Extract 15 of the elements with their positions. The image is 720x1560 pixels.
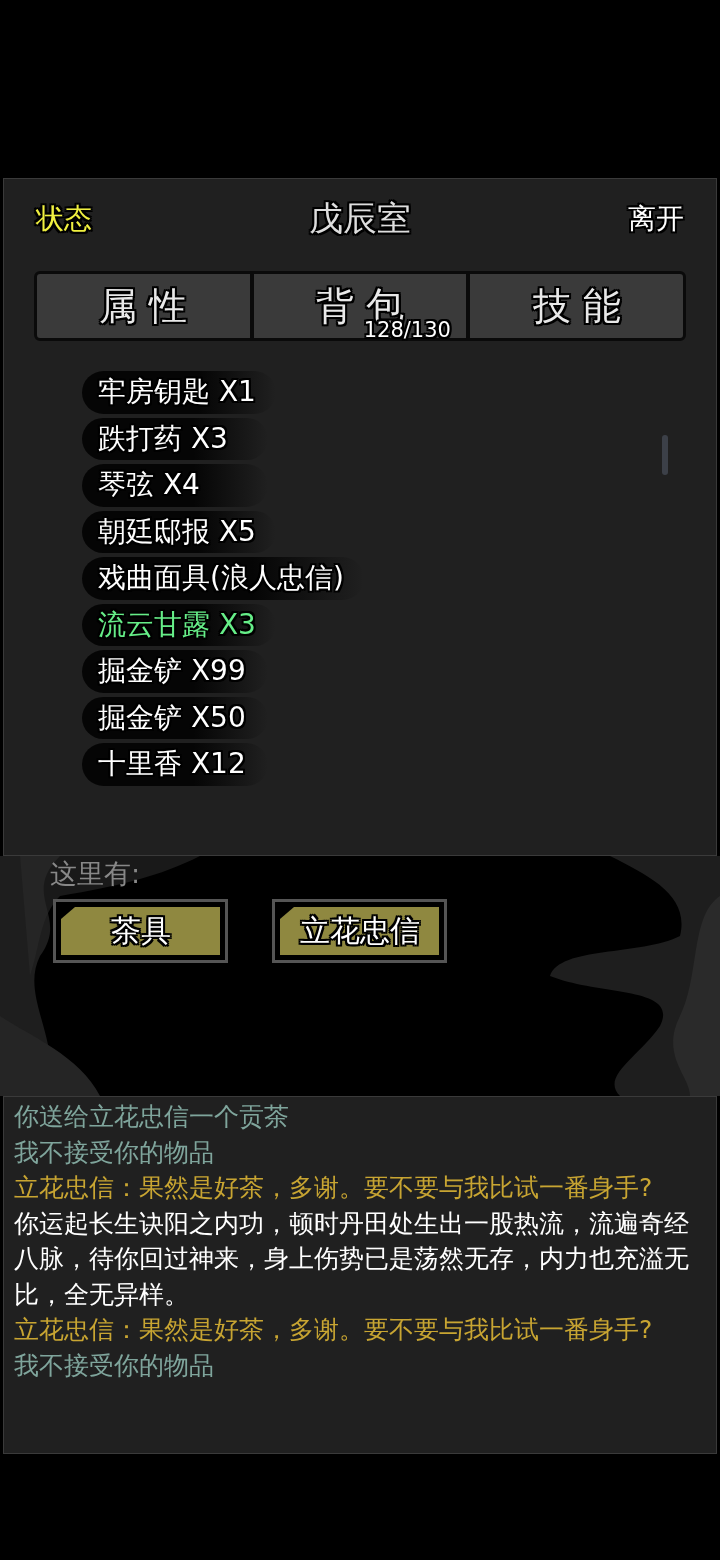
tab[interactable]: 属 性 — [37, 274, 254, 338]
log-message: 你送给立花忠信一个贡茶 — [14, 1101, 290, 1133]
here-label: 这里有: — [50, 857, 141, 891]
log-message: 我不接受你的物品 — [14, 1136, 215, 1169]
log-message: 立花忠信：果然是好茶，多谢。要不要与我比试一番身手? — [14, 1314, 654, 1346]
object-button[interactable]: 茶具 — [53, 899, 228, 963]
tab[interactable]: 技 能 — [470, 274, 683, 338]
scrollbar[interactable] — [662, 435, 668, 475]
object-button[interactable]: 立花忠信 — [272, 899, 447, 963]
log-message: 你运起长生诀阳之内功，顿时丹田处生出一股热流，流遍奇经八脉，待你回过神来，身上伤势已是荡然无存，内力也充溢无比，全无异样。 — [14, 1207, 690, 1311]
log-message: 我不接受你的物品 — [14, 1349, 215, 1382]
status-link[interactable]: 状态 — [36, 200, 92, 238]
room-title: 戊辰室 — [309, 197, 411, 240]
leave-link[interactable]: 离开 — [628, 200, 684, 238]
log-message: 立花忠信：果然是好茶，多谢。要不要与我比试一番身手? — [14, 1172, 654, 1204]
